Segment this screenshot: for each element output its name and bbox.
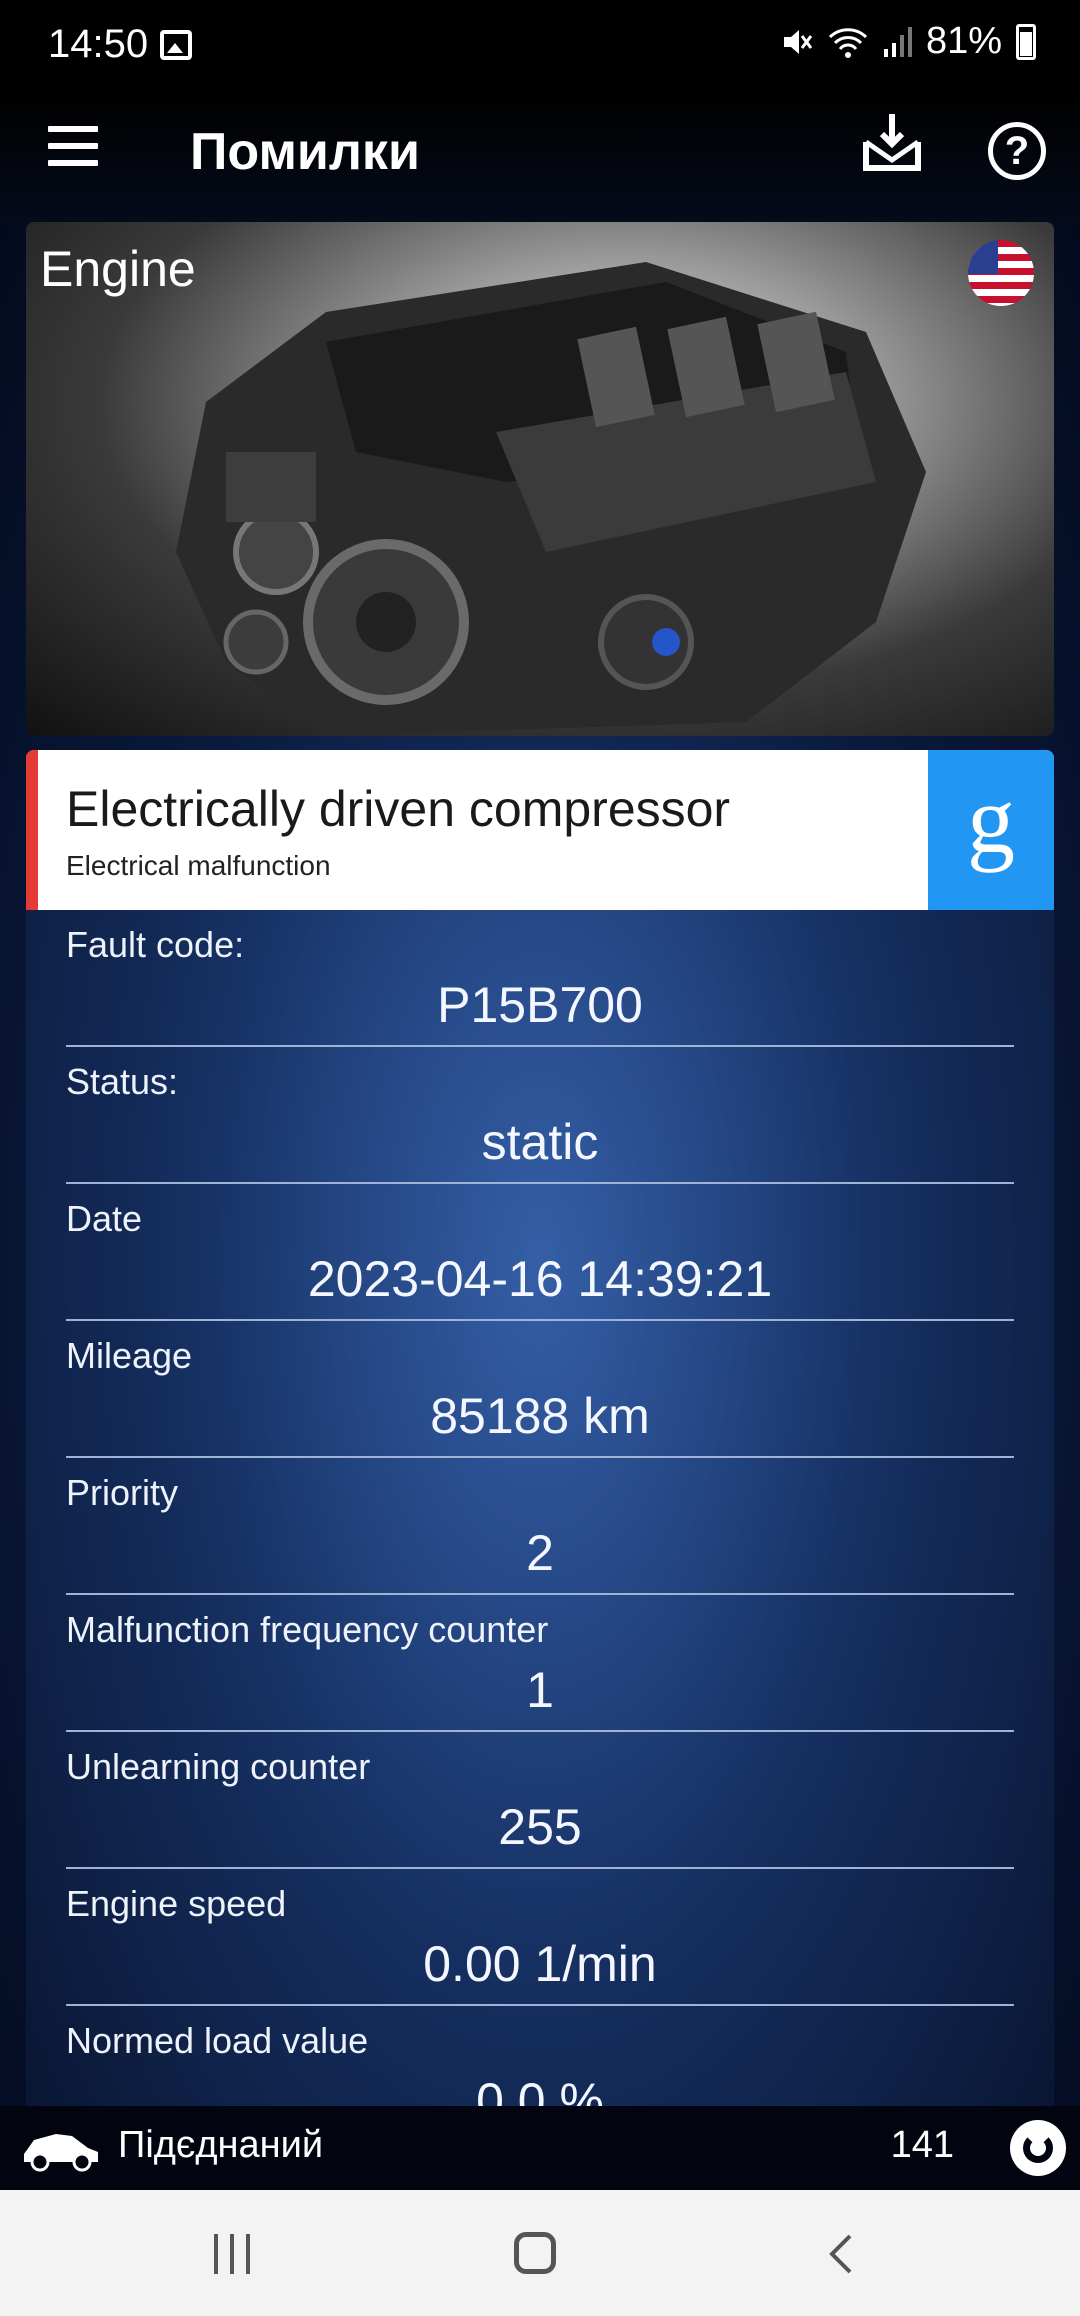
connection-status: Підєднаний (118, 2124, 324, 2166)
detail-label: Priority (66, 1472, 179, 1513)
detail-row-status: Status: static (66, 1047, 1014, 1184)
detail-label: Status: (66, 1061, 179, 1102)
car-icon (24, 2134, 98, 2172)
hero-title: Engine (40, 241, 196, 297)
detail-label: Fault code: (66, 924, 245, 965)
signal-icon (883, 26, 912, 57)
detail-row-engine-speed: Engine speed 0.00 1/min (66, 1869, 1014, 2006)
refresh-icon[interactable] (1010, 2120, 1066, 2176)
detail-value: 2 (526, 1525, 554, 1581)
detail-value: 255 (498, 1799, 582, 1855)
detail-label: Malfunction frequency counter (66, 1609, 549, 1650)
home-button[interactable] (514, 2232, 556, 2274)
detail-label: Engine speed (66, 1883, 287, 1924)
detail-label: Normed load value (66, 2020, 369, 2061)
us-flag-icon[interactable] (968, 240, 1034, 306)
connection-bar: Підєднаний 141 (0, 2106, 1080, 2190)
detail-value: 1 (526, 1662, 554, 1718)
help-icon[interactable]: ? (988, 122, 1046, 180)
app-bar: Помилки ? (0, 92, 1080, 222)
mute-icon (783, 29, 813, 54)
page-title: Помилки (190, 123, 420, 181)
detail-value: 2023-04-16 14:39:21 (307, 1251, 773, 1307)
status-indicators: 81% (780, 20, 1036, 63)
battery-percent: 81% (925, 20, 1002, 62)
google-search-button[interactable]: g (928, 750, 1054, 910)
detail-row-unlearning-counter: Unlearning counter 255 (66, 1732, 1014, 1869)
battery-icon (1016, 23, 1036, 60)
engine-image (176, 262, 926, 736)
detail-row-priority: Priority 2 (66, 1458, 1014, 1595)
status-time: 14:50 (48, 22, 149, 66)
detail-value: P15B700 (437, 977, 643, 1033)
status-bar: 14:50 81% (0, 0, 1080, 92)
google-icon: g (967, 766, 1015, 873)
download-icon[interactable] (860, 112, 924, 176)
fault-count: 141 (890, 2124, 954, 2166)
detail-label: Mileage (66, 1335, 193, 1376)
detail-row-fault-code: Fault code: P15B700 (66, 910, 1014, 1047)
fault-title: Electrically driven compressor (66, 781, 731, 837)
fault-severity-accent (26, 750, 38, 910)
content-area: Engine Electrically driven compressor El… (0, 222, 1080, 2316)
gallery-notification-icon (160, 30, 192, 60)
system-nav-bar (0, 2190, 1080, 2316)
detail-value: static (481, 1114, 599, 1170)
detail-row-mileage: Mileage 85188 km (66, 1321, 1014, 1458)
detail-row-date: Date 2023-04-16 14:39:21 (66, 1184, 1014, 1321)
detail-label: Date (66, 1198, 143, 1239)
back-button[interactable] (826, 2234, 854, 2274)
detail-value: 0.00 1/min (423, 1936, 657, 1992)
engine-hero-card: Engine (26, 222, 1054, 736)
detail-value: 85188 km (430, 1388, 650, 1444)
recents-button[interactable] (212, 2234, 252, 2274)
detail-row-frequency-counter: Malfunction frequency counter 1 (66, 1595, 1014, 1732)
menu-icon[interactable] (48, 126, 98, 166)
wifi-icon (828, 27, 867, 58)
fault-header: Electrically driven compressor Electrica… (26, 750, 1054, 910)
fault-subtitle: Electrical malfunction (66, 850, 331, 881)
detail-label: Unlearning counter (66, 1746, 371, 1787)
